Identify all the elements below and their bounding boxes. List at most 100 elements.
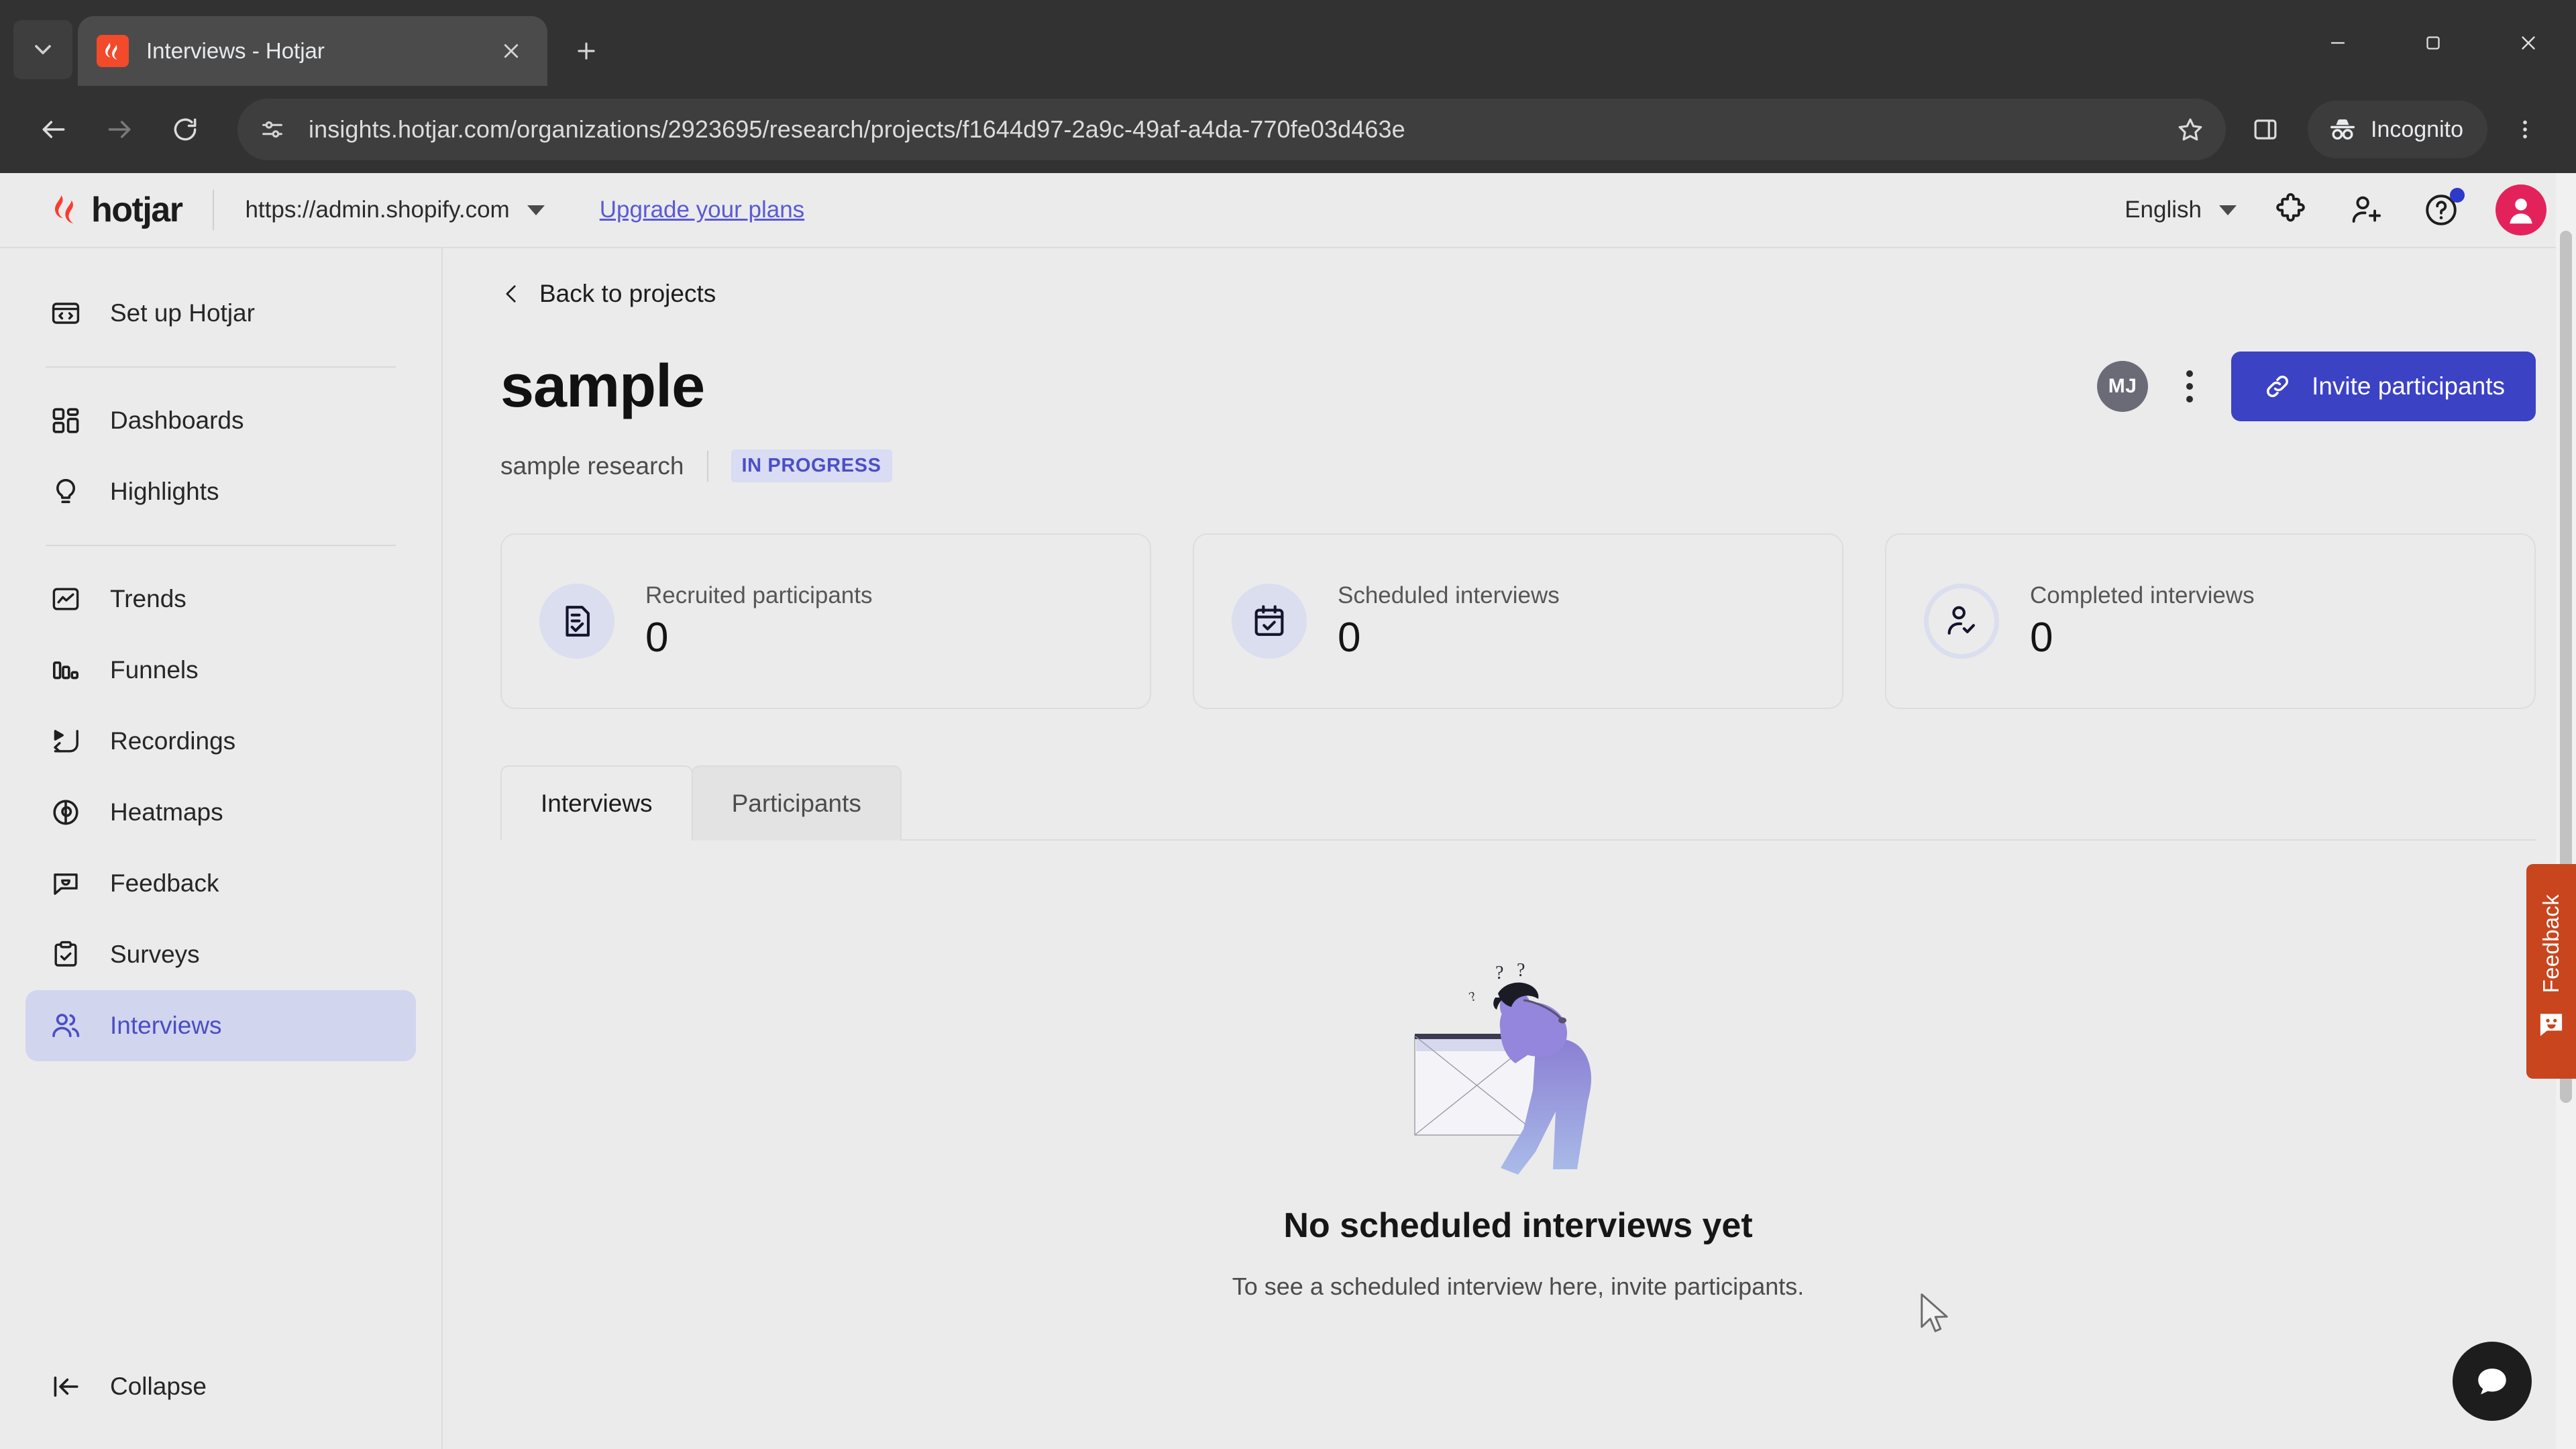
sidebar-item-set-up-hotjar[interactable]: Set up Hotjar: [25, 278, 416, 349]
browser-tab[interactable]: Interviews - Hotjar: [78, 16, 547, 86]
extensions-button[interactable]: [2270, 189, 2312, 231]
feedback-tab-label: Feedback: [2538, 894, 2563, 994]
upgrade-plans-link[interactable]: Upgrade your plans: [600, 197, 804, 223]
link-icon: [2267, 376, 2288, 397]
hotjar-wordmark: hotjar: [91, 191, 183, 229]
sidebar-item-surveys[interactable]: Surveys: [25, 919, 416, 990]
sidebar-nav: Set up Hotjar Dashboards Highlights Tren…: [0, 248, 443, 1449]
chat-launcher-button[interactable]: [2453, 1342, 2532, 1421]
language-value: English: [2125, 197, 2202, 223]
dot: [2186, 383, 2194, 390]
hotjar-favicon: [97, 35, 129, 67]
bookmark-button[interactable]: [2164, 103, 2216, 156]
forward-button[interactable]: [90, 100, 149, 159]
project-actions: MJ Invite participants: [2097, 352, 2536, 421]
sidebar-divider: [46, 545, 396, 546]
stat-label: Recruited participants: [645, 582, 873, 609]
incognito-icon: [2330, 119, 2355, 140]
stat-label: Completed interviews: [2030, 582, 2255, 609]
bulb-icon: [48, 474, 83, 509]
maximize-icon: [2426, 36, 2440, 50]
chevron-down-icon: [2219, 205, 2237, 215]
main-content: Back to projects sample MJ Invite partic…: [443, 248, 2576, 1449]
sidebar-item-label: Dashboards: [110, 407, 244, 434]
side-panel-icon: [2254, 119, 2277, 140]
invite-participants-button[interactable]: Invite participants: [2231, 352, 2536, 421]
sidebar-item-dashboards[interactable]: Dashboards: [25, 385, 416, 456]
help-button[interactable]: [2420, 188, 2465, 231]
window-maximize-button[interactable]: [2385, 0, 2481, 86]
chat-smile-icon: [48, 866, 83, 901]
forward-icon: [108, 121, 131, 138]
window-close-button[interactable]: [2481, 0, 2576, 86]
stat-value: 0: [2030, 614, 2053, 661]
heatmap-pin-icon: [48, 795, 83, 830]
incognito-indicator[interactable]: Incognito: [2308, 101, 2487, 158]
person-check-icon: [1924, 584, 1999, 659]
content-tabs: Interviews Participants: [500, 765, 2536, 842]
dot: [2186, 396, 2194, 402]
sidebar-item-label: Trends: [110, 585, 186, 612]
site-settings-icon[interactable]: [248, 105, 297, 154]
back-button[interactable]: [24, 100, 83, 159]
app-header: hotjar https://admin.shopify.com Upgrade…: [0, 173, 2576, 248]
browser-menu-button[interactable]: [2498, 101, 2552, 158]
sidebar-item-feedback[interactable]: Feedback: [25, 848, 416, 919]
status-badge: IN PROGRESS: [731, 449, 892, 482]
address-bar[interactable]: insights.hotjar.com/organizations/292369…: [237, 99, 2226, 160]
feedback-tab-button[interactable]: Feedback: [2526, 864, 2576, 1079]
page-scrollbar[interactable]: [2556, 173, 2576, 1449]
project-subtitle: sample research: [500, 451, 684, 480]
sidebar-item-label: Interviews: [110, 1012, 222, 1039]
sidebar-item-heatmaps[interactable]: Heatmaps: [25, 777, 416, 848]
notification-dot: [2450, 188, 2465, 203]
grid-icon: [48, 403, 83, 438]
clipboard-check-icon: [48, 937, 83, 972]
language-selector[interactable]: English: [2125, 197, 2237, 223]
back-to-projects-link[interactable]: Back to projects: [500, 279, 716, 309]
sidebar-collapse-label: Collapse: [110, 1373, 207, 1400]
stat-card-scheduled-interviews: Scheduled interviews 0: [1193, 533, 1843, 709]
stat-value: 0: [1338, 614, 1361, 661]
dot: [2186, 370, 2194, 377]
sidebar-item-funnels[interactable]: Funnels: [25, 635, 416, 706]
sidebar-item-trends[interactable]: Trends: [25, 564, 416, 635]
close-icon: [2522, 36, 2535, 50]
project-meta-row: sample research IN PROGRESS: [500, 449, 2536, 482]
stat-card-text: Scheduled interviews 0: [1338, 582, 1560, 659]
stat-label: Scheduled interviews: [1338, 582, 1560, 609]
add-user-icon: [2352, 196, 2381, 223]
more-options-button[interactable]: [2171, 361, 2208, 412]
hotjar-logo[interactable]: hotjar: [51, 190, 183, 230]
confused-person-broken-image-illustration: ? ? ?: [1414, 960, 1591, 1175]
tab-search-button[interactable]: [13, 20, 72, 79]
window-minimize-button[interactable]: [2290, 0, 2385, 86]
sidebar-collapse-button[interactable]: Collapse: [25, 1351, 416, 1422]
site-selector[interactable]: https://admin.shopify.com: [245, 197, 545, 223]
tab-participants[interactable]: Participants: [691, 765, 902, 841]
sidebar-item-label: Surveys: [110, 941, 200, 968]
user-avatar[interactable]: [2496, 184, 2546, 235]
hotjar-logo-icon: [105, 42, 117, 60]
invite-user-button[interactable]: [2345, 189, 2387, 231]
people-icon: [48, 1008, 83, 1043]
bars-icon: [48, 653, 83, 688]
sidebar-item-recordings[interactable]: Recordings: [25, 706, 416, 777]
sidebar-item-highlights[interactable]: Highlights: [25, 456, 416, 527]
tab-close-button[interactable]: [494, 34, 529, 68]
svg-text:?: ?: [1467, 989, 1478, 1005]
sidebar-item-label: Heatmaps: [110, 798, 223, 826]
tab-interviews[interactable]: Interviews: [500, 765, 693, 842]
side-panel-button[interactable]: [2239, 103, 2292, 156]
sidebar-item-label: Funnels: [110, 656, 199, 684]
stat-card-text: Recruited participants 0: [645, 582, 873, 659]
project-owner-avatar[interactable]: MJ: [2097, 361, 2149, 412]
meta-divider: [706, 450, 708, 482]
sidebar-item-label: Set up Hotjar: [110, 299, 255, 327]
sidebar-item-interviews[interactable]: Interviews: [25, 990, 416, 1061]
new-tab-button[interactable]: [561, 25, 612, 76]
reload-button[interactable]: [156, 100, 215, 159]
cursor-play-icon: [48, 724, 83, 759]
sidebar-item-label: Recordings: [110, 727, 236, 755]
incognito-label: Incognito: [2371, 116, 2463, 142]
